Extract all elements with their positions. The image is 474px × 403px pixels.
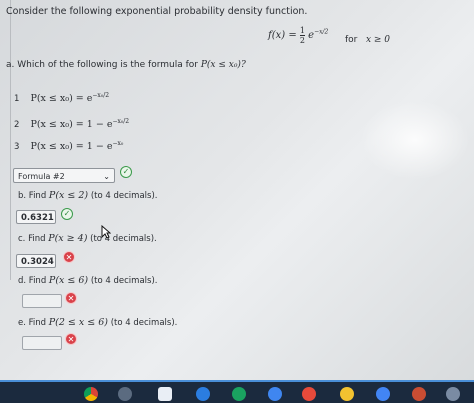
part-b-expr: P(x ≤ 2) bbox=[48, 190, 89, 201]
part-c-answer-input[interactable]: 0.3024 bbox=[16, 254, 56, 268]
domain-condition: for x ≥ 0 bbox=[345, 35, 390, 45]
app-icon[interactable] bbox=[118, 387, 132, 401]
formula-select-value: Formula #2 bbox=[18, 172, 65, 181]
incorrect-x-icon: ✕ bbox=[63, 251, 75, 263]
incorrect-x-icon: ✕ bbox=[65, 292, 77, 304]
part-d-suffix: (to 4 decimals). bbox=[90, 276, 158, 286]
left-border bbox=[0, 0, 11, 280]
taskbar bbox=[0, 380, 474, 403]
app-icon[interactable] bbox=[232, 387, 246, 401]
part-e-answer-input[interactable] bbox=[22, 336, 62, 350]
chrome-icon[interactable] bbox=[84, 387, 98, 401]
correct-check-icon: ✓ bbox=[61, 208, 73, 220]
app-icon[interactable] bbox=[376, 387, 390, 401]
app-icon[interactable] bbox=[412, 387, 426, 401]
app-icon[interactable] bbox=[446, 387, 460, 401]
pdf-lhs: f(x) = bbox=[268, 30, 297, 41]
part-e-suffix: (to 4 decimals). bbox=[110, 318, 178, 328]
part-b-question: b. Find P(x ≤ 2) (to 4 decimals). bbox=[18, 190, 157, 201]
option-1-expr: P(x ≤ x₀) = e bbox=[30, 93, 93, 105]
option-2: 2 P(x ≤ x₀) = 1 − e−x₀/2 bbox=[14, 118, 129, 130]
pdf-denominator: 2 bbox=[299, 35, 305, 45]
app-icon[interactable] bbox=[302, 387, 316, 401]
app-icon[interactable] bbox=[158, 387, 172, 401]
pdf-formula: f(x) = 1 2 e−x/2 bbox=[268, 26, 328, 45]
pdf-exponent: −x/2 bbox=[314, 28, 329, 36]
option-2-exponent: −x₀/2 bbox=[112, 118, 130, 125]
part-e-expr: P(2 ≤ x ≤ 6) bbox=[48, 317, 109, 328]
option-1: 1 P(x ≤ x₀) = e−x₀/2 bbox=[14, 92, 109, 104]
option-2-expr: P(x ≤ x₀) = 1 − e bbox=[30, 119, 113, 131]
chevron-down-icon: ⌄ bbox=[103, 172, 110, 181]
part-a-text: a. Which of the following is the formula… bbox=[6, 60, 198, 70]
part-e-prefix: e. Find bbox=[18, 318, 47, 328]
part-d-question: d. Find P(x ≤ 6) (to 4 decimals). bbox=[18, 275, 157, 286]
option-1-number: 1 bbox=[14, 94, 20, 105]
option-3-expr: P(x ≤ x₀) = 1 − e bbox=[30, 141, 113, 153]
formula-select[interactable]: Formula #2 ⌄ bbox=[13, 168, 115, 183]
option-3-exponent: −x₀ bbox=[112, 140, 124, 147]
app-icon[interactable] bbox=[268, 387, 282, 401]
app-icon[interactable] bbox=[340, 387, 354, 401]
option-3-number: 3 bbox=[14, 142, 20, 153]
part-b-answer-input[interactable]: 0.6321 bbox=[16, 210, 56, 224]
part-c-prefix: c. Find bbox=[18, 234, 46, 244]
part-c-expr: P(x ≥ 4) bbox=[48, 233, 88, 244]
option-1-exponent: −x₀/2 bbox=[92, 92, 110, 99]
pdf-numerator: 1 bbox=[299, 26, 305, 35]
part-a-target: P(x ≤ x₀)? bbox=[200, 60, 246, 70]
option-3: 3 P(x ≤ x₀) = 1 − e−x₀ bbox=[14, 140, 123, 152]
option-2-number: 2 bbox=[14, 120, 20, 131]
part-a-question: a. Which of the following is the formula… bbox=[6, 60, 246, 70]
pdf-fraction: 1 2 bbox=[299, 26, 305, 45]
part-b-suffix: (to 4 decimals). bbox=[90, 191, 158, 201]
pointer-cursor-icon bbox=[101, 225, 111, 239]
part-b-prefix: b. Find bbox=[18, 191, 47, 201]
condition-expr: x ≥ 0 bbox=[365, 35, 391, 45]
app-icon[interactable] bbox=[196, 387, 210, 401]
part-d-answer-input[interactable] bbox=[22, 294, 62, 308]
intro-text: Consider the following exponential proba… bbox=[6, 6, 308, 17]
part-e-question: e. Find P(2 ≤ x ≤ 6) (to 4 decimals). bbox=[18, 317, 177, 328]
screen-glare bbox=[360, 100, 470, 180]
question-page: Consider the following exponential proba… bbox=[0, 0, 474, 380]
correct-check-icon: ✓ bbox=[120, 166, 132, 178]
part-d-prefix: d. Find bbox=[18, 276, 47, 286]
incorrect-x-icon: ✕ bbox=[65, 333, 77, 345]
part-c-question: c. Find P(x ≥ 4) (to 4 decimals). bbox=[18, 233, 157, 244]
condition-prefix: for bbox=[345, 35, 358, 45]
part-d-expr: P(x ≤ 6) bbox=[48, 275, 89, 286]
